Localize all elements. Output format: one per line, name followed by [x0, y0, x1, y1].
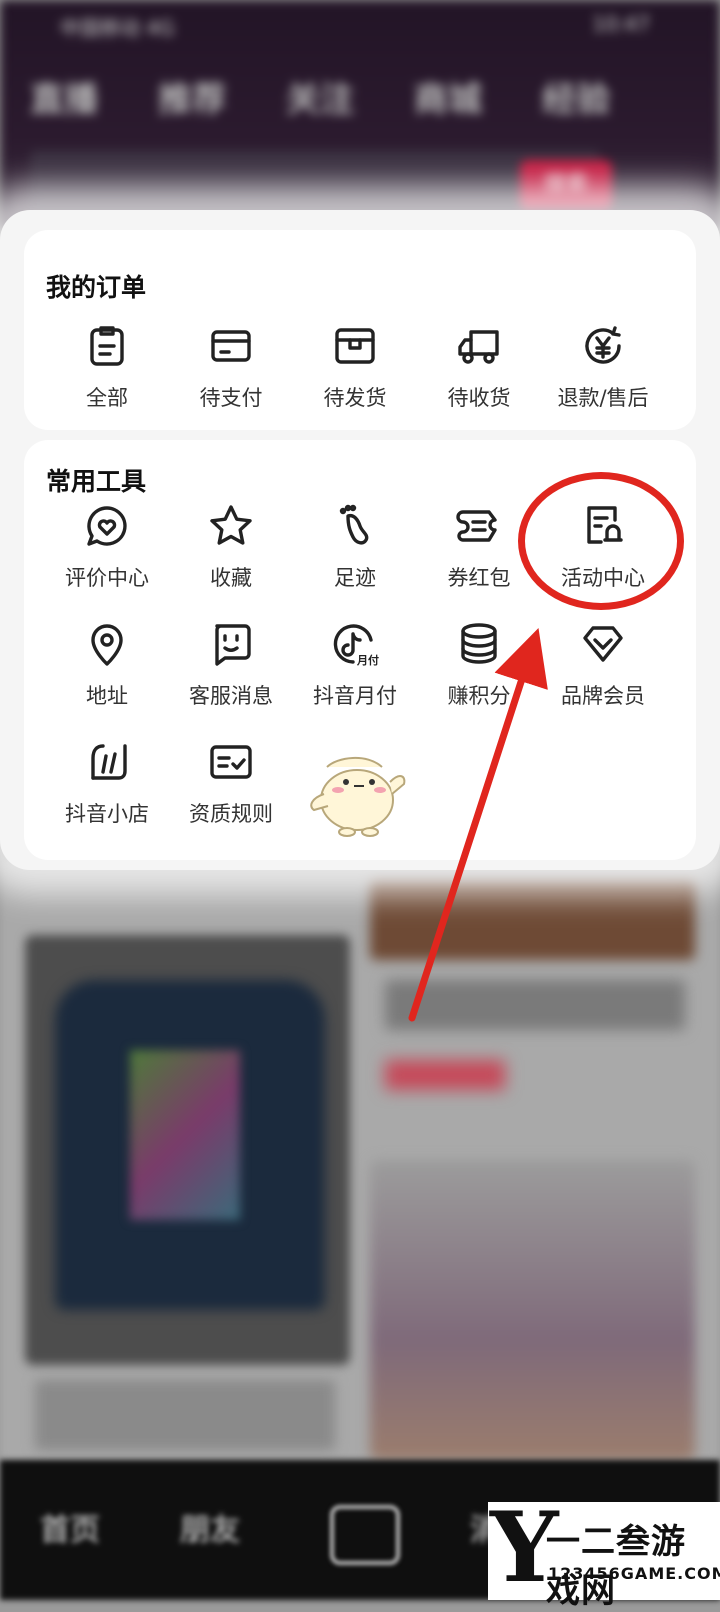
tab-experience[interactable]: 经验 — [542, 72, 610, 121]
nav-home[interactable]: 首页 — [40, 1505, 100, 1549]
order-refund-label: 退款/售后 — [557, 386, 649, 410]
order-unreceived-label: 待收货 — [447, 386, 511, 410]
orders-section: 我的订单 全部 待支付 待发货 待收货 退款/售后 — [24, 230, 696, 430]
tool-earn-points[interactable]: 赚积分 — [414, 620, 544, 710]
order-unshipped-label: 待发货 — [323, 386, 387, 410]
tool-douyin-monthly-pay[interactable]: 月付 抖音月付 — [290, 620, 420, 710]
orders-title: 我的订单 — [46, 273, 147, 302]
star-icon — [210, 505, 252, 545]
service-chat-icon — [215, 624, 251, 666]
product-title-blurred — [35, 1380, 335, 1450]
top-tabs: 直播 推荐 关注 商城 经验 — [30, 72, 610, 121]
product-card-right-bottom[interactable] — [370, 1160, 695, 1460]
order-unreceived-button[interactable]: 待收货 — [414, 322, 544, 412]
diamond-heart-icon — [583, 626, 623, 662]
nav-friends[interactable]: 朋友 — [180, 1505, 240, 1549]
tool-credential-label: 资质规则 — [189, 802, 273, 826]
site-watermark: Y 一二叁游戏网 123456GAME.COM — [488, 1498, 720, 1611]
credential-check-icon — [210, 745, 252, 779]
tool-review-label: 评价中心 — [65, 566, 149, 590]
watermark-title: 一二叁游戏网 — [546, 1522, 686, 1611]
order-all-label: 全部 — [86, 386, 128, 410]
tool-footprint-label: 足迹 — [334, 566, 376, 590]
tools-title: 常用工具 — [46, 467, 147, 496]
location-pin-icon — [91, 624, 123, 666]
publish-plus-button[interactable] — [330, 1505, 400, 1565]
tool-monthly-pay-label: 抖音月付 — [313, 684, 397, 708]
order-refund-button[interactable]: 退款/售后 — [538, 322, 668, 412]
tool-address[interactable]: 地址 — [42, 620, 172, 710]
yuan-refund-icon — [585, 326, 621, 364]
truck-icon — [458, 330, 499, 364]
tool-credential-rules[interactable]: 资质规则 — [166, 738, 296, 828]
package-icon — [335, 328, 375, 364]
clipboard-icon — [90, 326, 124, 366]
order-unshipped-button[interactable]: 待发货 — [290, 322, 420, 412]
tool-favorites[interactable]: 收藏 — [166, 502, 296, 592]
coin-stack-icon — [461, 623, 497, 664]
watermark-url: 123456GAME.COM — [548, 1564, 720, 1583]
shirt-print-graphic — [130, 1050, 240, 1220]
monthly-pay-icon-text: 月付 — [356, 653, 379, 667]
status-bar-time: 10:47 — [592, 12, 650, 36]
tool-brand-member-label: 品牌会员 — [561, 684, 645, 708]
order-unpaid-label: 待支付 — [199, 386, 263, 410]
product-price-blurred — [385, 1060, 505, 1090]
tool-review-center[interactable]: 评价中心 — [42, 502, 172, 592]
douyin-monthly-pay-icon: 月付 — [333, 624, 379, 667]
background-header: 中国移动 4G 10:47 直播 推荐 关注 商城 经验 搜索 — [0, 0, 720, 230]
wallet-icon — [211, 330, 251, 362]
tool-douyin-shop-label: 抖音小店 — [65, 802, 149, 826]
product-title-blurred-right — [385, 980, 685, 1030]
highlight-circle-annotation — [518, 472, 684, 610]
tool-earn-points-label: 赚积分 — [447, 684, 511, 708]
mascot-sticker — [310, 756, 406, 837]
tab-live[interactable]: 直播 — [30, 72, 98, 121]
tool-footprint[interactable]: 足迹 — [290, 502, 420, 592]
tab-follow[interactable]: 关注 — [286, 72, 354, 121]
order-all-button[interactable]: 全部 — [42, 322, 172, 412]
tab-recommend[interactable]: 推荐 — [158, 72, 226, 121]
status-bar-carrier: 中国移动 4G — [60, 16, 175, 40]
douyin-shop-icon — [91, 744, 127, 780]
heart-chat-icon — [87, 506, 127, 546]
tool-brand-member[interactable]: 品牌会员 — [538, 620, 668, 710]
coupon-icon — [456, 510, 497, 542]
tab-mall[interactable]: 商城 — [414, 72, 482, 121]
footprint-icon — [339, 504, 369, 545]
search-button[interactable]: 搜索 — [520, 160, 612, 210]
tool-douyin-shop[interactable]: 抖音小店 — [42, 738, 172, 828]
tool-address-label: 地址 — [86, 684, 128, 708]
search-input[interactable] — [30, 150, 600, 214]
product-card-right-image[interactable] — [370, 880, 695, 960]
tool-customer-service[interactable]: 客服消息 — [166, 620, 296, 710]
order-unpaid-button[interactable]: 待支付 — [166, 322, 296, 412]
tool-customer-service-label: 客服消息 — [189, 684, 273, 708]
tool-favorites-label: 收藏 — [210, 566, 252, 590]
